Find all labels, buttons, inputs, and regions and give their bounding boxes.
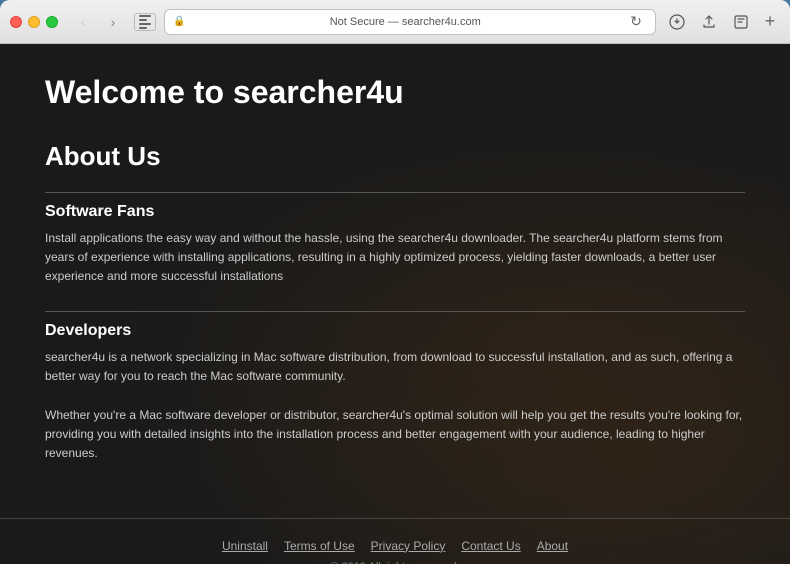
developers-text-2: Whether you're a Mac software developer … bbox=[45, 406, 745, 464]
browser-frame: ‹ › 🔒 Not Secure — searcher4u.com ↻ bbox=[0, 0, 790, 564]
footer-link-terms[interactable]: Terms of Use bbox=[284, 539, 355, 553]
webpage: Welcome to searcher4u About Us Software … bbox=[0, 44, 790, 564]
fullscreen-button[interactable] bbox=[46, 16, 58, 28]
back-button[interactable]: ‹ bbox=[70, 12, 96, 32]
traffic-lights bbox=[10, 16, 58, 28]
software-fans-text: Install applications the easy way and wi… bbox=[45, 229, 745, 287]
share-button[interactable] bbox=[696, 9, 722, 35]
footer-copyright: © 2019 All rights reserved. bbox=[20, 561, 770, 564]
page-footer: Uninstall Terms of Use Privacy Policy Co… bbox=[0, 518, 790, 564]
close-button[interactable] bbox=[10, 16, 22, 28]
software-fans-title: Software Fans bbox=[45, 203, 745, 221]
reader-view-button[interactable] bbox=[134, 13, 156, 31]
developers-title: Developers bbox=[45, 322, 745, 340]
forward-button[interactable]: › bbox=[100, 12, 126, 32]
footer-link-uninstall[interactable]: Uninstall bbox=[222, 539, 268, 553]
minimize-button[interactable] bbox=[28, 16, 40, 28]
add-tab-button[interactable]: + bbox=[760, 12, 780, 32]
divider-1 bbox=[45, 192, 745, 193]
footer-links: Uninstall Terms of Use Privacy Policy Co… bbox=[20, 539, 770, 553]
toolbar-right: + bbox=[664, 9, 780, 35]
software-fans-section: Software Fans Install applications the e… bbox=[45, 203, 745, 287]
about-section-title: About Us bbox=[45, 141, 745, 172]
download-button[interactable] bbox=[664, 9, 690, 35]
page-content: Welcome to searcher4u About Us Software … bbox=[25, 44, 765, 508]
developers-text-1: searcher4u is a network specializing in … bbox=[45, 348, 745, 386]
address-bar[interactable]: 🔒 Not Secure — searcher4u.com ↻ bbox=[164, 9, 656, 35]
footer-link-contact[interactable]: Contact Us bbox=[461, 539, 520, 553]
footer-link-about[interactable]: About bbox=[537, 539, 568, 553]
title-bar: ‹ › 🔒 Not Secure — searcher4u.com ↻ bbox=[0, 0, 790, 44]
url-text: Not Secure — searcher4u.com bbox=[191, 16, 619, 28]
footer-link-privacy[interactable]: Privacy Policy bbox=[371, 539, 446, 553]
new-tab-button[interactable] bbox=[728, 9, 754, 35]
lock-icon: 🔒 bbox=[173, 16, 185, 27]
site-title: Welcome to searcher4u bbox=[45, 74, 745, 111]
divider-2 bbox=[45, 311, 745, 312]
nav-buttons: ‹ › bbox=[70, 12, 126, 32]
reload-button[interactable]: ↻ bbox=[625, 11, 647, 33]
developers-section: Developers searcher4u is a network speci… bbox=[45, 322, 745, 464]
